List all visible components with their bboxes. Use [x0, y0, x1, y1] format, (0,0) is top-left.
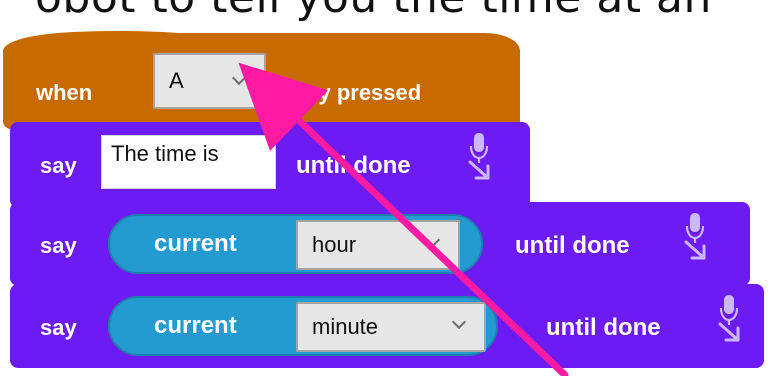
time-unit-dropdown[interactable]: hour — [296, 220, 460, 270]
say-text-input[interactable]: The time is — [101, 135, 276, 189]
chevron-down-icon — [230, 73, 246, 89]
hat-label-key-pressed: key pressed — [294, 80, 422, 105]
current-reporter-minute[interactable]: current minute — [108, 296, 498, 356]
caption: obot to tell you the time at an — [0, 0, 774, 23]
key-dropdown-value: A — [169, 68, 184, 93]
say-until-done-block-2[interactable]: say current hour until done — [10, 202, 750, 286]
say-text-value: The time is — [111, 141, 219, 166]
mic-icon — [684, 213, 706, 260]
time-unit-value: hour — [312, 232, 357, 257]
hat-label-when: when — [36, 80, 93, 105]
say-until-done-block-3[interactable]: say current minute until done — [10, 284, 764, 368]
current-reporter-hour[interactable]: current hour — [108, 214, 483, 274]
time-unit-value: minute — [312, 314, 379, 339]
until-done-label: until done — [546, 314, 661, 341]
say-label: say — [40, 153, 77, 178]
mic-icon — [468, 133, 490, 180]
key-dropdown[interactable]: A — [153, 53, 266, 109]
current-label: current — [154, 312, 237, 339]
mic-icon — [718, 295, 740, 342]
chevron-down-icon — [424, 235, 440, 251]
current-label: current — [154, 230, 237, 257]
say-label: say — [40, 315, 77, 340]
time-unit-dropdown[interactable]: minute — [296, 302, 486, 352]
until-done-label: until done — [515, 232, 630, 259]
say-until-done-block-1[interactable]: say The time is until done — [10, 122, 530, 208]
chevron-down-icon — [450, 317, 466, 333]
until-done-label: until done — [296, 152, 411, 179]
say-label: say — [40, 233, 77, 258]
